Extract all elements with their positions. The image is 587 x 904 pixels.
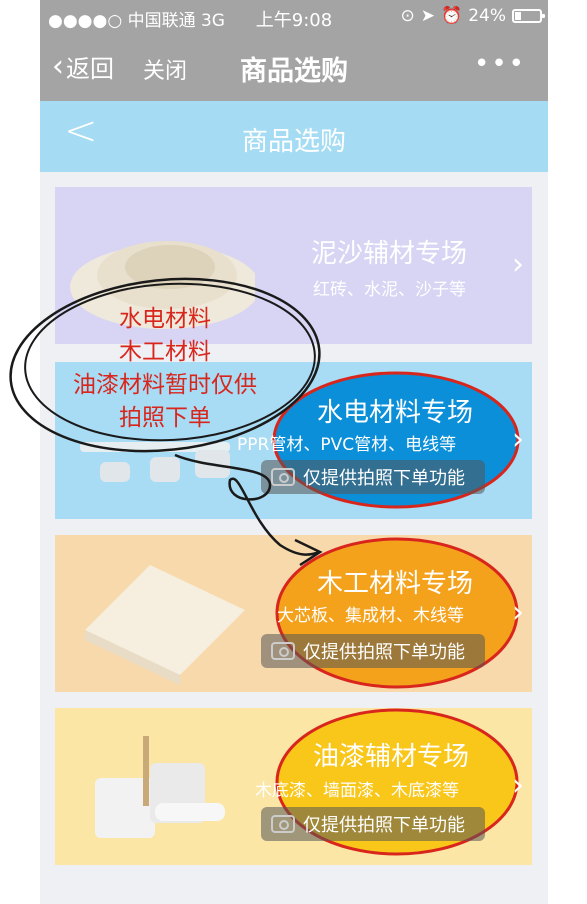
battery-icon <box>512 9 545 23</box>
card-title: 油漆辅材专场 <box>313 742 470 772</box>
note-line: 水电材料 <box>119 306 211 332</box>
camera-icon <box>271 642 295 660</box>
page-title: 商品选购 <box>240 56 348 87</box>
alarm-icon: ⏰ <box>441 6 463 26</box>
chevron-right-icon: › <box>512 768 524 803</box>
more-icon[interactable]: ••• <box>474 49 526 79</box>
category-card-wood[interactable]: 木工材料专场 大芯板、集成材、木线等 仅提供拍照下单功能 › <box>55 535 532 692</box>
chevron-right-icon: › <box>512 595 524 630</box>
page-margin <box>0 0 40 904</box>
photo-order-tag: 仅提供拍照下单功能 <box>261 807 485 841</box>
lock-rotation-icon: ⊙ <box>400 6 415 26</box>
nav-bar: ‹ 返回 关闭 商品选购 ••• <box>40 33 548 101</box>
battery-percent: 24% <box>468 6 506 26</box>
camera-icon <box>271 468 295 486</box>
photo-tag-label: 仅提供拍照下单功能 <box>303 468 465 489</box>
card-desc: 大芯板、集成材、木线等 <box>277 606 464 626</box>
status-icons: ⊙ ➤ ⏰ 24% <box>400 6 545 26</box>
sub-header: < 商品选购 <box>40 101 548 172</box>
chevron-right-icon: › <box>512 422 524 457</box>
card-title: 水电材料专场 <box>317 398 474 428</box>
category-card-paint[interactable]: 油漆辅材专场 木底漆、墙面漆、木底漆等 仅提供拍照下单功能 › <box>55 708 532 865</box>
photo-order-tag: 仅提供拍照下单功能 <box>261 634 485 668</box>
card-desc: 木底漆、墙面漆、木底漆等 <box>255 781 459 801</box>
card-title: 木工材料专场 <box>317 569 474 599</box>
photo-tag-label: 仅提供拍照下单功能 <box>303 815 465 836</box>
status-bar: ●●●●○ 中国联通 3G 上午9:08 ⊙ ➤ ⏰ 24% <box>40 0 548 33</box>
card-title: 泥沙辅材专场 <box>311 239 468 269</box>
handwritten-note: 水电材料 木工材料 油漆材料暂时仅供 拍照下单 <box>40 303 290 435</box>
camera-icon <box>271 815 295 833</box>
sub-header-title: 商品选购 <box>241 127 346 157</box>
note-line: 拍照下单 <box>119 405 211 431</box>
photo-tag-label: 仅提供拍照下单功能 <box>303 642 465 663</box>
note-line: 油漆材料暂时仅供 <box>73 372 257 398</box>
card-desc: 红砖、水泥、沙子等 <box>313 280 466 300</box>
photo-order-tag: 仅提供拍照下单功能 <box>261 460 485 494</box>
chevron-right-icon: › <box>512 247 524 282</box>
location-icon: ➤ <box>420 6 436 26</box>
note-line: 木工材料 <box>119 339 211 365</box>
